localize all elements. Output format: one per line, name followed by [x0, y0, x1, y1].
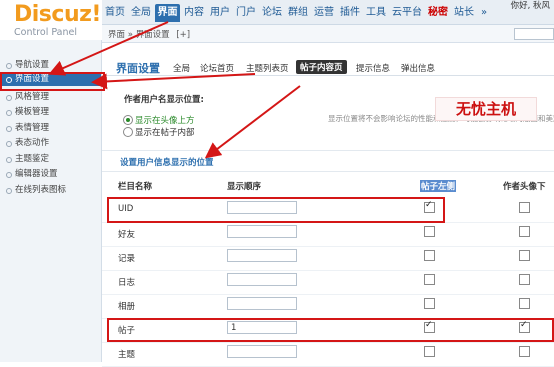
arrow-from-subtab: [91, 73, 256, 90]
arrow-to-settings: [204, 85, 301, 159]
arrow-to-sidebar: [48, 21, 169, 76]
annotation-arrows: [48, 21, 301, 159]
